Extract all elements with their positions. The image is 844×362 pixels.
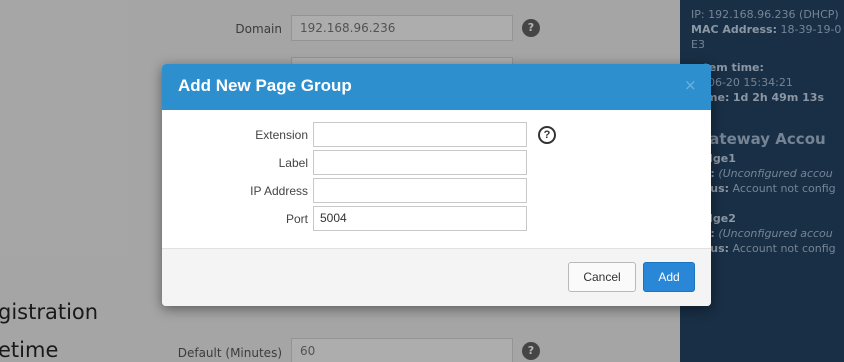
port-field[interactable]: 5004 xyxy=(313,206,527,231)
close-icon[interactable]: × xyxy=(684,76,697,94)
add-button[interactable]: Add xyxy=(643,262,695,292)
cancel-button[interactable]: Cancel xyxy=(568,262,636,292)
extension-help-icon[interactable]: ? xyxy=(538,126,556,144)
ip-address-label: IP Address xyxy=(250,184,308,198)
extension-label: Extension xyxy=(255,128,308,142)
dialog-title: Add New Page Group xyxy=(178,76,352,95)
label-label: Label xyxy=(278,156,308,170)
dialog-footer: Cancel Add xyxy=(162,248,711,306)
extension-field[interactable] xyxy=(313,122,527,147)
port-label: Port xyxy=(285,212,308,226)
label-field[interactable] xyxy=(313,150,527,175)
dialog-header: Add New Page Group × xyxy=(162,64,711,110)
add-page-group-dialog: Add New Page Group × Extension ? Label I… xyxy=(162,64,711,306)
ip-address-field[interactable] xyxy=(313,178,527,203)
